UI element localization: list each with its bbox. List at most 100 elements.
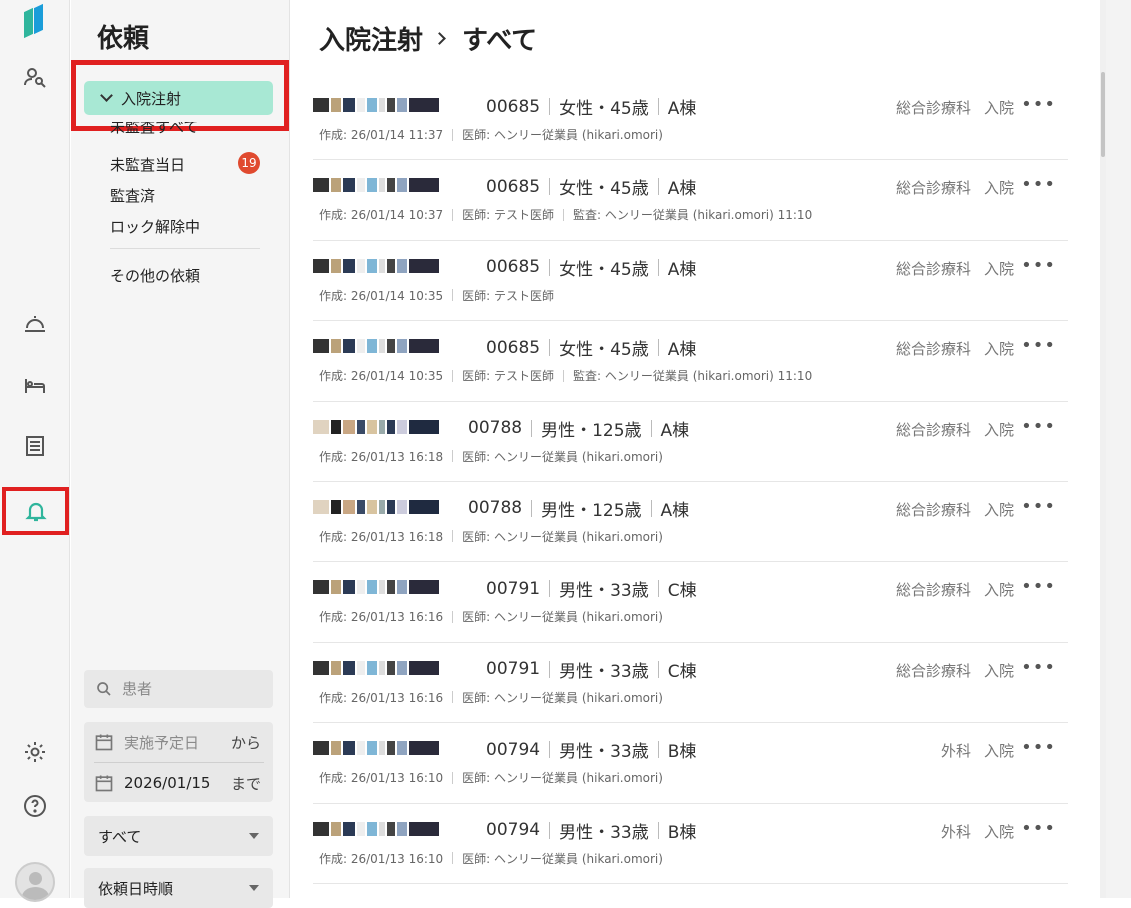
list-item[interactable]: 00685 女性・45歳 A棟 作成: 26/01/14 10:35 医師: テスト医師…	[313, 241, 1068, 322]
separator	[549, 821, 551, 839]
main-content: 入院注射 すべて 00685 女性・45歳 A棟 作成: 26/01/14 11:37…	[291, 0, 1106, 898]
admission-type: 入院	[983, 99, 1014, 117]
patient-id: 00791	[486, 578, 541, 599]
sidebar-item-unaudited-all[interactable]: 未監査すべて	[110, 122, 198, 136]
separator	[452, 852, 454, 865]
separator	[657, 178, 659, 196]
notifications-nav[interactable]	[2, 487, 69, 535]
selection-highlight	[71, 60, 289, 131]
more-options-icon[interactable]: •••	[1021, 335, 1056, 356]
search-icon	[97, 682, 111, 696]
patient-sex-age: 男性・33歳	[559, 661, 649, 682]
meta-field: 作成: 26/01/13 16:16	[319, 690, 444, 705]
more-options-icon[interactable]: •••	[1021, 737, 1056, 758]
scrollbar-thumb[interactable]	[1101, 72, 1105, 157]
patient-name-redacted	[313, 739, 476, 757]
more-options-icon[interactable]: •••	[1021, 576, 1056, 597]
patient-search-icon[interactable]	[20, 62, 50, 92]
patient-sex-age: 男性・33歳	[559, 581, 649, 602]
bed-icon[interactable]	[20, 370, 50, 400]
patient-id: 00794	[486, 739, 541, 760]
separator	[531, 419, 533, 437]
document-list-icon[interactable]	[20, 431, 50, 461]
patient-sex-age: 女性・45歳	[559, 340, 649, 361]
list-item[interactable]: 00685 女性・45歳 A棟 作成: 26/01/14 10:37 医師: テスト医師…	[313, 160, 1068, 241]
service-bell-icon[interactable]	[20, 308, 50, 338]
more-options-icon[interactable]: •••	[1021, 496, 1056, 517]
breadcrumb-parent[interactable]: 入院注射	[319, 20, 423, 57]
patient-sex-age: 女性・45歳	[559, 259, 649, 280]
meta-field: 作成: 26/01/13 16:10	[319, 851, 444, 866]
list-item[interactable]: 00685 女性・45歳 A棟 作成: 26/01/14 11:37 医師: ヘンリー従…	[313, 80, 1068, 161]
separator	[452, 530, 454, 543]
separator	[563, 208, 565, 221]
request-meta: 作成: 26/01/13 16:18 医師: ヘンリー従業員 (hikari.om…	[319, 528, 663, 545]
patient-id: 00791	[486, 659, 541, 680]
meta-field: 医師: ヘンリー従業員 (hikari.omori)	[462, 690, 663, 705]
more-options-icon[interactable]: •••	[1021, 94, 1056, 115]
sidebar-title: 依頼	[97, 24, 150, 54]
ward: A棟	[660, 500, 690, 521]
meta-field: 作成: 26/01/13 16:18	[319, 449, 444, 464]
patient-id: 00685	[486, 257, 541, 278]
separator	[657, 258, 659, 276]
breadcrumb-current: すべて	[462, 26, 538, 56]
department: 総合診療科	[895, 420, 971, 439]
more-options-icon[interactable]: •••	[1021, 818, 1056, 839]
separator	[549, 741, 551, 759]
date-from-field[interactable]: 実施予定日 から	[84, 722, 273, 762]
list-item[interactable]: 00685 女性・45歳 A棟 作成: 26/01/14 10:35 医師: テスト医師…	[313, 321, 1068, 402]
list-item[interactable]: 00788 男性・125歳 A棟 作成: 26/01/13 16:18 医師: ヘンリー…	[313, 482, 1068, 563]
admission-type: 入院	[983, 179, 1014, 198]
divider	[110, 248, 260, 249]
patient-sex-age: 男性・125歳	[541, 500, 642, 521]
search-input[interactable]	[122, 680, 262, 698]
gear-icon[interactable]	[20, 737, 50, 767]
meta-field: 作成: 26/01/14 10:35	[319, 288, 444, 303]
sidebar-item-audited[interactable]: 監査済	[110, 185, 155, 206]
patient-summary: 00788 男性・125歳 A棟	[468, 496, 689, 521]
admission-type: 入院	[983, 340, 1014, 359]
separator	[650, 499, 652, 517]
department: 総合診療科	[895, 259, 971, 278]
separator	[657, 821, 659, 839]
patient-summary: 00794 男性・33歳 B棟	[486, 737, 696, 763]
date-to-field[interactable]: 2026/01/15 まで	[84, 763, 273, 803]
sidebar-item-unlocked[interactable]: ロック解除中	[110, 216, 200, 237]
list-item[interactable]: 00794 男性・33歳 B棟作成: 26/01/13 16:10 医師: ヘンリー従…	[313, 804, 1068, 884]
patient-summary: 00794 男性・33歳 B棟	[486, 818, 696, 843]
status-filter-select[interactable]: すべて	[84, 816, 273, 856]
admission-type: 入院	[983, 420, 1014, 439]
department: 外科	[940, 742, 971, 761]
separator	[563, 369, 565, 382]
list-item[interactable]: 00794 男性・33歳 B棟 作成: 26/01/13 16:10 医師: ヘンリー従…	[313, 723, 1068, 804]
more-options-icon[interactable]: •••	[1021, 657, 1056, 678]
list-item[interactable]: 00791 男性・33歳 C棟 作成: 26/01/13 16:16 医師: ヘンリー従…	[313, 562, 1068, 643]
patient-name-redacted	[313, 176, 476, 194]
sidebar-item-unaudited-today[interactable]: 未監査当日	[110, 154, 185, 175]
separator	[549, 339, 551, 357]
chevron-right-icon	[433, 32, 446, 45]
patient-name-redacted	[313, 820, 476, 838]
more-options-icon[interactable]: •••	[1021, 416, 1056, 437]
app-logo	[24, 3, 46, 39]
help-icon[interactable]	[20, 791, 50, 821]
admission-type: 入院	[983, 500, 1014, 519]
patient-sex-age: 男性・33歳	[559, 742, 649, 763]
separator	[452, 691, 454, 704]
patient-name-redacted	[313, 257, 476, 275]
list-item[interactable]: 00788 男性・125歳 A棟 作成: 26/01/13 16:18 医師: ヘンリー…	[313, 402, 1068, 482]
more-options-icon[interactable]: •••	[1021, 255, 1056, 276]
department: 総合診療科	[895, 179, 971, 198]
status-filter-value: すべて	[98, 827, 142, 846]
sidebar-item-other-requests[interactable]: その他の依頼	[110, 265, 200, 286]
patient-search[interactable]	[84, 670, 273, 708]
patient-id: 00685	[486, 176, 541, 197]
more-options-icon[interactable]: •••	[1021, 174, 1056, 195]
sort-select[interactable]: 依頼日時順	[84, 868, 273, 908]
list-item[interactable]: 00791 男性・33歳 C棟 作成: 26/01/13 16:16 医師: ヘンリー従…	[313, 643, 1068, 724]
patient-summary: 00685 女性・45歳 A棟	[486, 255, 696, 280]
separator	[549, 580, 551, 598]
avatar[interactable]	[15, 862, 55, 902]
request-meta: 作成: 26/01/13 16:10 医師: ヘンリー従業員 (hikari.om…	[319, 850, 663, 867]
